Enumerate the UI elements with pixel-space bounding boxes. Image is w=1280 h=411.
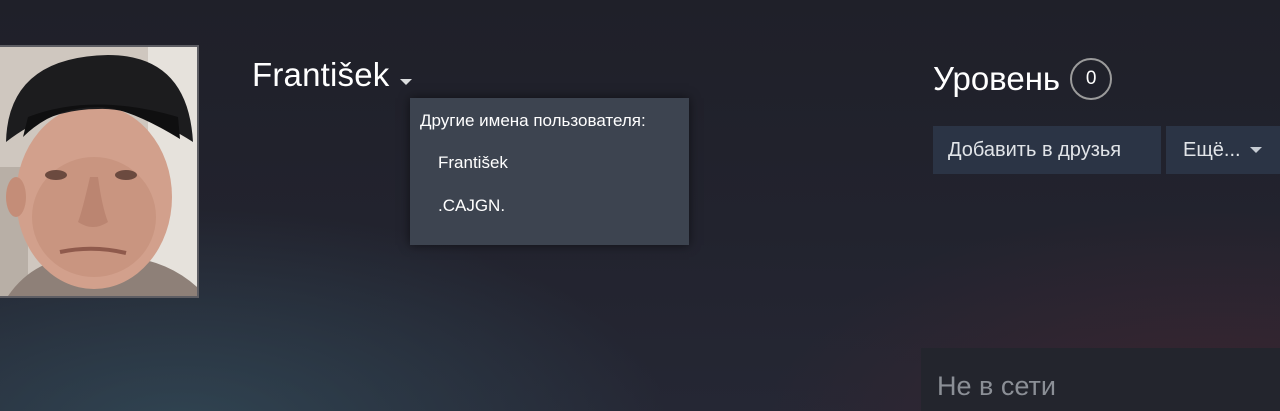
profile-level: Уровень 0 xyxy=(933,58,1113,100)
online-status-text: Не в сети xyxy=(937,371,1056,401)
add-friend-label: Добавить в друзья xyxy=(948,138,1122,161)
avatar-photo xyxy=(0,47,197,296)
level-badge[interactable]: 0 xyxy=(1070,58,1113,100)
more-actions-button[interactable]: Ещё... xyxy=(1166,126,1280,174)
alias-item[interactable]: .CAJGN. xyxy=(410,196,689,216)
profile-avatar[interactable] xyxy=(0,45,199,298)
alias-dropdown: Другие имена пользователя: František .CA… xyxy=(410,98,689,245)
alias-dropdown-title: Другие имена пользователя: xyxy=(420,111,646,130)
add-friend-button[interactable]: Добавить в друзья xyxy=(933,126,1161,174)
more-actions-label: Ещё... xyxy=(1183,138,1241,161)
caret-down-icon xyxy=(399,79,412,85)
persona-name: František xyxy=(252,56,390,93)
alias-item[interactable]: František xyxy=(410,153,689,173)
level-label: Уровень xyxy=(933,60,1061,97)
caret-down-icon xyxy=(1249,147,1262,153)
persona-name-toggle[interactable]: František xyxy=(252,56,412,94)
online-status-panel: Не в сети xyxy=(921,348,1280,411)
